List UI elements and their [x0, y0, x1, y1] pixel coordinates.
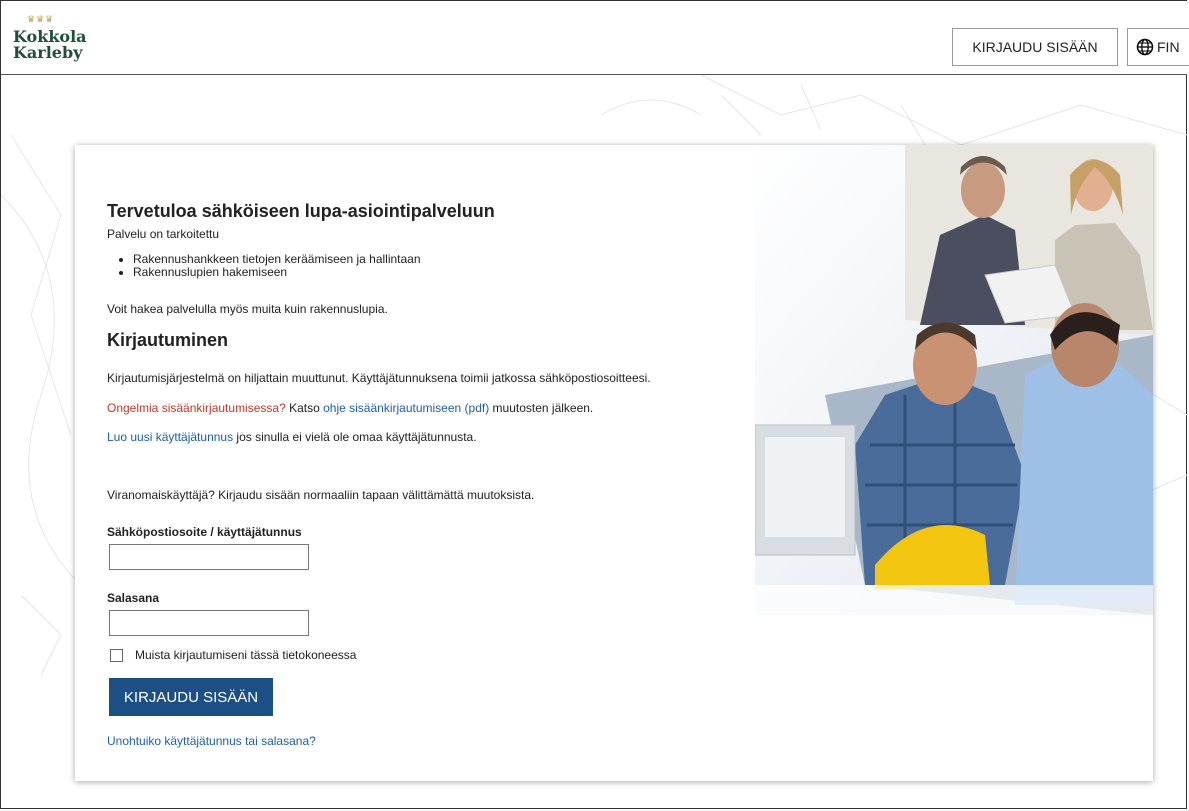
other-permits-text: Voit hakea palvelulla myös muita kuin ra…: [107, 302, 388, 316]
password-label: Salasana: [107, 591, 160, 605]
purpose-list: Rakennushankkeen tietojen keräämiseen ja…: [107, 253, 421, 279]
list-item: Rakennuslupien hakemiseen: [133, 266, 421, 279]
create-account-text: jos sinulla ei vielä ole omaa käyttäjätu…: [233, 430, 477, 444]
create-account-link[interactable]: Luo uusi käyttäjätunnus: [107, 430, 233, 444]
authority-notice: Viranomaiskäyttäjä? Kirjaudu sisään norm…: [107, 488, 535, 502]
welcome-title: Tervetuloa sähköiseen lupa-asiointipalve…: [107, 201, 495, 221]
logo-line2: Karleby: [13, 43, 83, 62]
top-header: ♛♛♛ Kokkola Karleby KIRJAUDU SISÄÄN FIN: [1, 1, 1189, 75]
kokkola-logo[interactable]: ♛♛♛ Kokkola Karleby: [13, 15, 93, 67]
login-card: Tervetuloa sähköiseen lupa-asiointipalve…: [75, 145, 1153, 781]
forgot-credentials-link[interactable]: Unohtuiko käyttäjätunnus tai salasana?: [107, 734, 316, 748]
login-title: Kirjautuminen: [107, 330, 229, 350]
email-label: Sähköpostiosoite / käyttäjätunnus: [107, 525, 302, 539]
problems-warning: Ongelmia sisäänkirjautumisessa?: [107, 401, 286, 415]
login-submit-button[interactable]: KIRJAUDU SISÄÄN: [109, 678, 273, 716]
business-people-photo: [755, 145, 1153, 615]
header-login-button[interactable]: KIRJAUDU SISÄÄN: [952, 28, 1118, 66]
language-selector[interactable]: FIN: [1127, 28, 1189, 66]
login-notice: Kirjautumisjärjestelmä on hiljattain muu…: [107, 371, 651, 385]
language-label: FIN: [1157, 39, 1180, 55]
create-account-row: Luo uusi käyttäjätunnus jos sinulla ei v…: [107, 430, 477, 444]
problems-text-end: muutosten jälkeen.: [489, 401, 594, 415]
remember-label[interactable]: Muista kirjautumiseni tässä tietokoneess…: [135, 648, 356, 662]
password-field[interactable]: [109, 610, 309, 636]
email-field[interactable]: [109, 544, 309, 570]
login-problems: Ongelmia sisäänkirjautumisessa? Katso oh…: [107, 401, 593, 415]
globe-icon: [1136, 38, 1154, 56]
crown-icon: ♛♛♛: [27, 15, 55, 25]
welcome-subtitle: Palvelu on tarkoitettu: [107, 227, 220, 241]
remember-checkbox[interactable]: [110, 649, 123, 662]
problems-text: Katso: [285, 401, 324, 415]
login-guide-link[interactable]: ohje sisäänkirjautumiseen (pdf): [323, 401, 489, 415]
